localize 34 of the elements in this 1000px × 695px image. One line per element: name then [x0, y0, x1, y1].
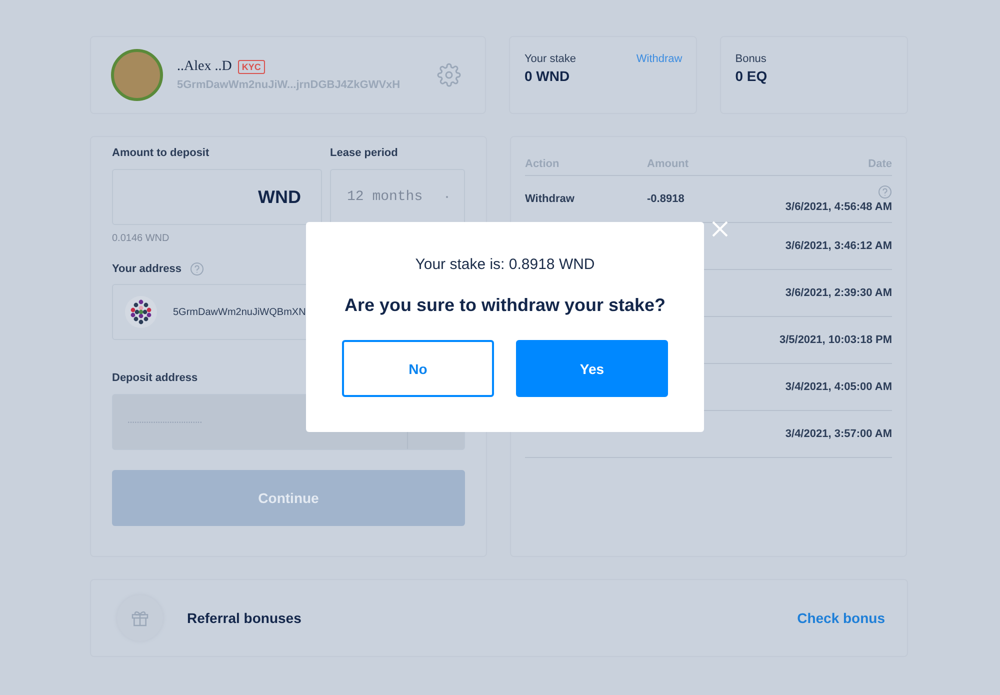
- table-cell-text: -0.8918: [647, 193, 686, 205]
- photo-placeholder: [111, 49, 163, 101]
- balance-text: 0.0146 WND: [112, 233, 170, 244]
- referral-title: Referral bonuses: [187, 610, 302, 626]
- table-cell: 3/6/2021, 2:39:30 AM: [785, 287, 892, 299]
- help-icon[interactable]: [878, 185, 892, 199]
- table-cell-text: Withdraw: [525, 193, 576, 205]
- amount-input[interactable]: WND: [112, 169, 322, 225]
- stake-value: 0 WND: [524, 68, 570, 84]
- table-cell: 3/4/2021, 4:05:00 AM: [785, 381, 892, 393]
- kyc-badge: KYC: [238, 60, 265, 74]
- check-bonus-link[interactable]: Check bonus: [797, 610, 885, 626]
- field-label: Lease period: [330, 147, 399, 159]
- close-icon[interactable]: [712, 221, 728, 237]
- identicon-icon: [125, 296, 157, 328]
- table-cell: 3/5/2021, 10:03:18 PM: [779, 334, 892, 346]
- currency-unit: WND: [258, 186, 301, 208]
- user-name: ..Alex ..D: [177, 59, 232, 75]
- bonus-label: Bonus: [735, 53, 766, 65]
- settings-icon[interactable]: [437, 63, 462, 87]
- withdraw-link[interactable]: Withdraw: [636, 53, 682, 65]
- field-label: Your address: [112, 263, 182, 275]
- help-icon[interactable]: [190, 262, 204, 276]
- field-label: Amount to deposit: [112, 147, 210, 159]
- table-cell: 3/6/2021, 3:46:12 AM: [785, 240, 892, 252]
- caret-icon: [446, 196, 448, 198]
- field-label: Deposit address: [112, 372, 199, 384]
- cancel-button[interactable]: No: [342, 340, 494, 397]
- confirm-button[interactable]: Yes: [516, 340, 668, 397]
- stake-message: Your stake is: 0.8918 WND: [415, 256, 595, 273]
- table-cell: 3/6/2021, 4:56:48 AM: [785, 201, 892, 213]
- bonus-value: 0 EQ: [735, 68, 768, 84]
- table-cell: 3/4/2021, 3:57:00 AM: [785, 428, 892, 440]
- stake-label: Your stake: [524, 53, 576, 65]
